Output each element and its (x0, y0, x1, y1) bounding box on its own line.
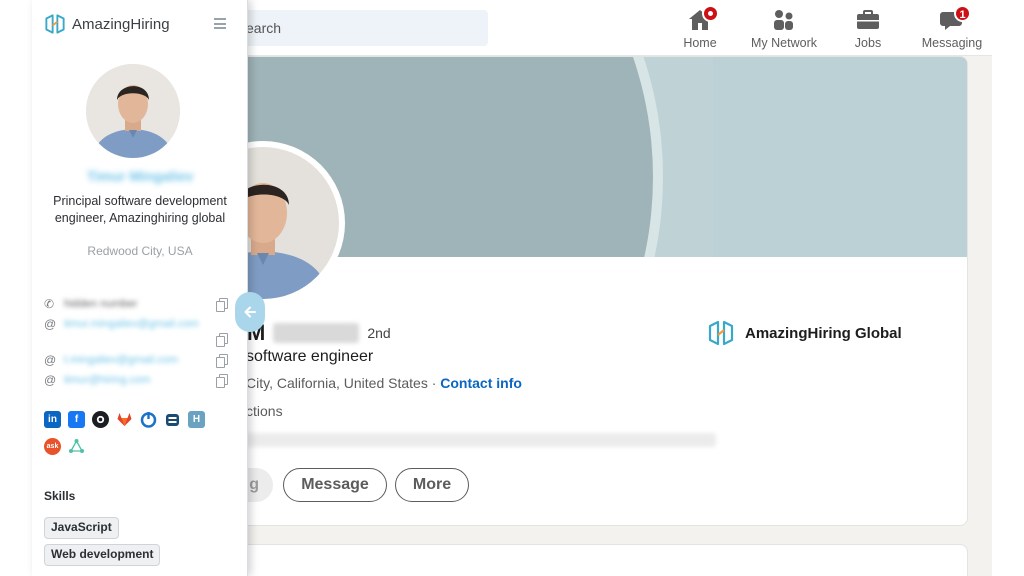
email-icon: @ (44, 317, 57, 331)
amazinghiring-logo-icon (45, 14, 65, 34)
contact-email: @ timur.mingaliev@gmail.com (44, 317, 236, 347)
nav-jobs-label: Jobs (854, 36, 882, 50)
phone-icon: ✆ (44, 297, 55, 311)
contact-value[interactable]: t.mingaliev@gmail.com (64, 354, 236, 366)
more-button[interactable]: More (395, 468, 469, 502)
contact-value: hidden number (64, 298, 138, 310)
notification-dot (702, 5, 719, 22)
candidate-title: Principal software development engineer,… (53, 194, 227, 225)
nav-messaging[interactable]: 1 Messaging (912, 5, 992, 52)
bucket-icon[interactable] (164, 411, 181, 428)
amazinghiring-panel: AmazingHiring Timur Mingaliev Principal … (32, 0, 248, 576)
skills-heading: Skills (44, 489, 76, 503)
blurred-mutuals (246, 433, 716, 447)
location-text: City, California, United States · (246, 375, 441, 391)
copy-icon[interactable] (216, 354, 228, 368)
ask-icon[interactable]: ask (44, 438, 61, 455)
contact-email: @ t.mingaliev@gmail.com (44, 352, 236, 368)
blurred-name (273, 323, 360, 343)
power-icon[interactable] (140, 411, 157, 428)
linkedin-icon[interactable]: in (44, 411, 61, 428)
candidate-name[interactable]: Timur Mingaliev (32, 168, 248, 184)
contact-value[interactable]: timur.mingaliev@gmail.com (64, 317, 236, 331)
email-icon: @ (44, 373, 57, 387)
contact-phone: ✆ hidden number (44, 296, 236, 312)
nav-home-label: Home (683, 36, 717, 50)
email-icon: @ (44, 353, 57, 367)
next-section-card (232, 544, 968, 576)
briefcase-icon (855, 8, 881, 32)
nav-my-network-label: My Network (751, 36, 817, 50)
nav-messaging-label: Messaging (921, 36, 983, 50)
nav-jobs[interactable]: Jobs (828, 6, 908, 52)
profile-location: City, California, United States · Contac… (246, 375, 522, 391)
message-button[interactable]: Message (283, 468, 387, 502)
messaging-icon: 1 (939, 5, 971, 32)
contact-email: @ timur@hiring.com (44, 372, 236, 388)
copy-icon[interactable] (216, 333, 228, 347)
social-profiles-row: in f H (44, 411, 205, 428)
skill-tag[interactable]: JavaScript (44, 517, 119, 539)
copy-icon[interactable] (216, 374, 228, 388)
network-graph-icon[interactable] (68, 438, 85, 455)
company-name: AmazingHiring Global (745, 324, 902, 342)
gitlab-icon[interactable] (116, 411, 133, 428)
connections-count[interactable]: ctions (246, 403, 283, 419)
current-company[interactable]: AmazingHiring Global (707, 319, 902, 347)
collapse-panel-button[interactable] (235, 292, 265, 332)
social-profiles-row-2: ask (44, 438, 85, 455)
hamburger-menu-icon[interactable] (214, 18, 226, 29)
nav-home[interactable]: Home (660, 5, 740, 52)
network-icon (771, 8, 797, 32)
profile-photo[interactable] (233, 141, 345, 305)
github-icon[interactable] (92, 411, 109, 428)
candidate-avatar (86, 64, 180, 158)
amazinghiring-logo-icon (708, 320, 734, 346)
connection-degree: 2nd (367, 325, 391, 341)
skill-tag[interactable]: Web development (44, 544, 161, 566)
profile-headline: software engineer (246, 348, 374, 365)
candidate-location: Redwood City, USA (87, 244, 193, 258)
home-icon (687, 5, 719, 32)
logo-text: AmazingHiring (72, 15, 170, 33)
profile-card: M 2nd software engineer City, California… (232, 56, 968, 526)
nav-my-network[interactable]: My Network (744, 6, 824, 52)
amazinghiring-logo[interactable]: AmazingHiring (44, 12, 170, 36)
copy-icon[interactable] (216, 298, 228, 312)
message-count-badge: 1 (954, 5, 971, 22)
browser-viewport: earch Home My Network Jobs 1 Messaging M… (0, 0, 1024, 576)
contact-info-link[interactable]: Contact info (440, 375, 522, 391)
arrow-left-icon (244, 306, 256, 318)
contact-value[interactable]: timur@hiring.com (64, 374, 236, 386)
profile-name-row: M 2nd (247, 320, 391, 345)
search-input[interactable]: earch (232, 10, 488, 46)
facebook-icon[interactable]: f (68, 411, 85, 428)
habr-icon[interactable]: H (188, 411, 205, 428)
